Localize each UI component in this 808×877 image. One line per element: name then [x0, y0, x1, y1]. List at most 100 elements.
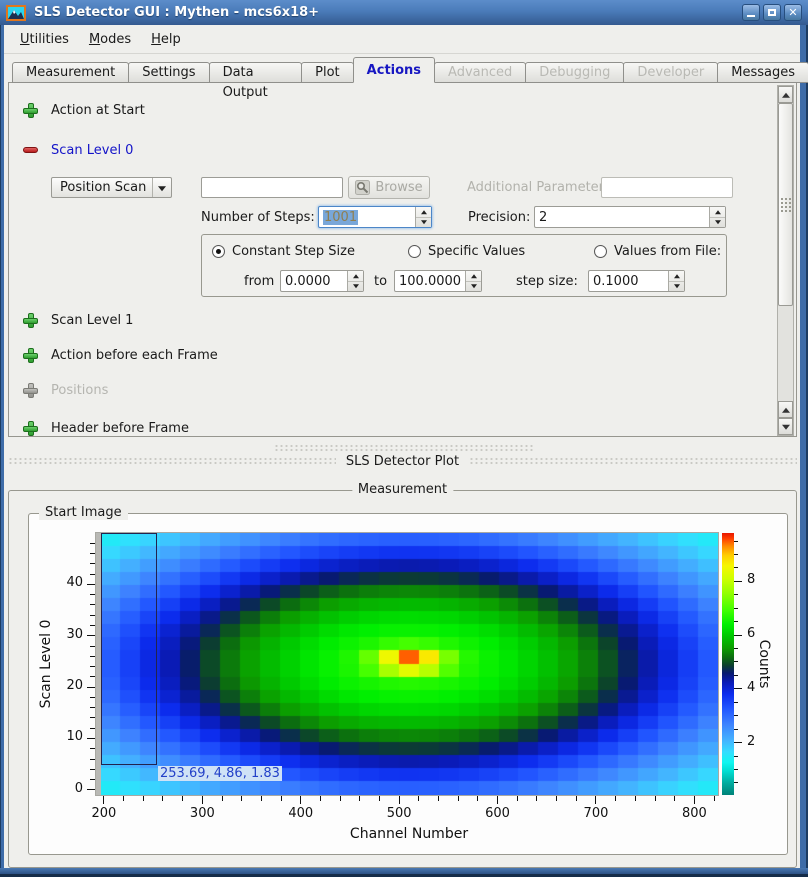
- colorbar-minor-tick: [734, 769, 738, 770]
- x-minor-tick: [359, 796, 360, 801]
- expand-plus-icon[interactable]: [23, 421, 38, 436]
- specific-values-radio[interactable]: Specific Values: [408, 244, 525, 259]
- vertical-scrollbar[interactable]: [777, 85, 794, 436]
- splitter-dots-right[interactable]: [469, 457, 797, 465]
- colorbar-minor-tick: [734, 756, 738, 757]
- radio-icon[interactable]: [408, 245, 421, 258]
- step-size-spinbox[interactable]: 0.1000: [588, 270, 685, 292]
- from-spinbox[interactable]: 0.0000: [280, 270, 364, 292]
- y-major-tick: [87, 584, 95, 585]
- maximize-button[interactable]: [763, 4, 781, 21]
- action-at-start-row[interactable]: Action at Start: [23, 102, 145, 118]
- action-before-each-frame-label: Action before each Frame: [51, 348, 218, 363]
- y-minor-tick: [90, 604, 95, 605]
- action-before-each-frame-row[interactable]: Action before each Frame: [23, 347, 218, 363]
- window-border-right: [800, 25, 808, 877]
- y-minor-tick: [90, 728, 95, 729]
- chevron-down-icon[interactable]: [152, 178, 171, 197]
- number-of-steps-arrows[interactable]: [415, 207, 431, 227]
- window-border-left: [0, 25, 4, 877]
- number-of-steps-label: Number of Steps:: [201, 210, 315, 225]
- to-arrows[interactable]: [465, 271, 481, 291]
- number-of-steps-spinbox[interactable]: 1001: [318, 206, 432, 228]
- minimize-button[interactable]: [742, 4, 760, 21]
- scrollbar-thumb[interactable]: [778, 103, 793, 306]
- scroll-down-button[interactable]: [778, 418, 793, 435]
- to-label: to: [374, 274, 387, 289]
- x-minor-tick: [241, 796, 242, 801]
- additional-parameter-input: [601, 177, 733, 198]
- heatmap-image[interactable]: [101, 533, 718, 795]
- tab-plot[interactable]: Plot: [301, 62, 354, 83]
- x-minor-tick: [438, 796, 439, 801]
- menu-modes[interactable]: Modes: [79, 28, 141, 51]
- splitter-handle[interactable]: [274, 444, 534, 451]
- y-major-tick: [87, 635, 95, 636]
- window-border-bottom[interactable]: [0, 868, 808, 877]
- menu-utilities[interactable]: Utilities: [10, 28, 79, 51]
- y-minor-tick: [90, 697, 95, 698]
- tab-settings[interactable]: Settings: [128, 62, 209, 83]
- expand-plus-icon[interactable]: [23, 313, 38, 328]
- colorbar-minor-tick: [734, 729, 738, 730]
- scan-level-0-label: Scan Level 0: [51, 143, 133, 158]
- constant-step-size-radio[interactable]: Constant Step Size: [212, 244, 355, 259]
- step-size-group: Constant Step Size Specific Values Value…: [201, 234, 727, 297]
- close-button[interactable]: ✕: [784, 4, 802, 21]
- radio-selected-icon[interactable]: [212, 245, 225, 258]
- x-tick-label: 400: [281, 806, 321, 821]
- colorbar-minor-tick: [734, 675, 738, 676]
- menu-help[interactable]: Help: [141, 28, 191, 51]
- tab-messages[interactable]: Messages: [717, 62, 808, 83]
- tab-developer: Developer: [623, 62, 718, 83]
- y-minor-tick: [90, 543, 95, 544]
- colorbar-major-tick: [734, 688, 742, 689]
- y-tick-label: 10: [52, 729, 83, 744]
- scan-level-0-row[interactable]: Scan Level 0: [23, 142, 133, 158]
- y-minor-tick: [90, 759, 95, 760]
- y-minor-tick: [90, 717, 95, 718]
- title-bar[interactable]: SLS Detector GUI : Mythen - mcs6x18+ ✕: [0, 0, 808, 25]
- window-title: SLS Detector GUI : Mythen - mcs6x18+: [34, 5, 319, 20]
- scroll-up-button[interactable]: [778, 86, 793, 103]
- spin-up-icon: [710, 207, 725, 218]
- cursor-readout: 253.69, 4.86, 1.83: [158, 766, 282, 781]
- app-logo-icon: [6, 5, 26, 21]
- collapse-minus-icon[interactable]: [23, 147, 38, 153]
- header-before-frame-row[interactable]: Header before Frame: [23, 420, 189, 436]
- tab-advanced: Advanced: [434, 62, 526, 83]
- splitter-dots-left[interactable]: [8, 457, 336, 465]
- x-minor-tick: [123, 796, 124, 801]
- y-minor-tick: [90, 625, 95, 626]
- expand-plus-icon[interactable]: [23, 348, 38, 363]
- x-minor-tick: [517, 796, 518, 801]
- tab-measurement[interactable]: Measurement: [12, 62, 129, 83]
- step-size-arrows[interactable]: [668, 271, 684, 291]
- browse-button[interactable]: Browse: [348, 176, 430, 199]
- precision-arrows[interactable]: [709, 207, 725, 227]
- from-arrows[interactable]: [347, 271, 363, 291]
- precision-spinbox[interactable]: 2: [534, 206, 726, 228]
- scan-mode-select[interactable]: Position Scan: [51, 177, 172, 198]
- values-from-file-radio[interactable]: Values from File:: [594, 244, 721, 259]
- y-major-tick: [87, 789, 95, 790]
- scan-level-1-row[interactable]: Scan Level 1: [23, 312, 133, 328]
- splitter-row[interactable]: SLS Detector Plot: [8, 453, 797, 469]
- step-size-label: step size:: [516, 274, 578, 289]
- radio-icon[interactable]: [594, 245, 607, 258]
- y-minor-tick: [90, 594, 95, 595]
- scroll-up-button-2[interactable]: [778, 401, 793, 418]
- y-minor-tick: [90, 707, 95, 708]
- tab-actions[interactable]: Actions: [353, 57, 435, 83]
- y-major-tick: [87, 687, 95, 688]
- x-minor-tick: [655, 796, 656, 801]
- x-tick-label: 800: [674, 806, 714, 821]
- tab-data-output[interactable]: Data Output: [209, 62, 303, 83]
- expand-plus-icon[interactable]: [23, 103, 38, 118]
- x-tick-label: 300: [182, 806, 222, 821]
- colorbar-minor-tick: [734, 702, 738, 703]
- x-minor-tick: [143, 796, 144, 801]
- to-spinbox[interactable]: 100.0000: [394, 270, 482, 292]
- scan-script-input[interactable]: [201, 177, 343, 198]
- start-image-title: Start Image: [39, 505, 128, 520]
